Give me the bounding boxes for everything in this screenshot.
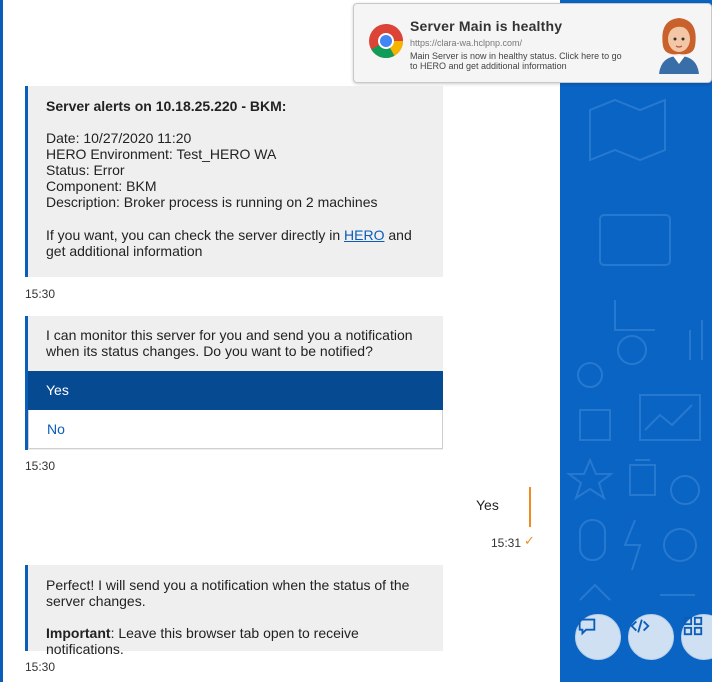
message-timestamp: 15:30 bbox=[25, 287, 56, 301]
chat-area: Server alerts on 10.18.25.220 - BKM: Dat… bbox=[0, 0, 560, 682]
user-reply-accent bbox=[529, 487, 531, 527]
yes-option-button[interactable]: Yes bbox=[28, 371, 443, 410]
code-fab-button[interactable] bbox=[628, 614, 674, 660]
important-label: Important bbox=[46, 625, 111, 641]
alert-footer-pre: If you want, you can check the server di… bbox=[46, 227, 341, 243]
code-icon bbox=[630, 619, 650, 633]
chat-fab-button[interactable] bbox=[575, 614, 621, 660]
message-timestamp: 15:30 bbox=[25, 660, 56, 674]
browser-notification[interactable]: Server Main is healthy https://clara-wa.… bbox=[353, 3, 712, 83]
message-timestamp: 15:30 bbox=[25, 459, 56, 473]
important-note: Important: Leave this browser tab open t… bbox=[46, 625, 425, 657]
hero-link[interactable]: HERO bbox=[344, 227, 384, 243]
alert-title: Server alerts on 10.18.25.220 - BKM: bbox=[46, 98, 287, 114]
no-option-button[interactable]: No bbox=[28, 410, 443, 449]
alert-component: Component: BKM bbox=[46, 178, 157, 194]
decorative-side-panel bbox=[560, 0, 712, 682]
user-reply: Yes bbox=[476, 497, 499, 513]
alert-description: Description: Broker process is running o… bbox=[46, 194, 378, 210]
server-alert-message: Server alerts on 10.18.25.220 - BKM: Dat… bbox=[25, 86, 443, 277]
alert-footer: If you want, you can check the server di… bbox=[46, 227, 425, 259]
confirmation-text: Perfect! I will send you a notification … bbox=[46, 577, 410, 609]
check-icon: ✓ bbox=[524, 533, 535, 548]
chat-icon bbox=[578, 618, 596, 636]
notification-title: Server Main is healthy bbox=[410, 18, 563, 34]
grid-icon bbox=[683, 616, 703, 636]
assistant-avatar-icon bbox=[659, 18, 699, 74]
alert-status: Status: Error bbox=[46, 162, 125, 178]
prompt-question: I can monitor this server for you and se… bbox=[46, 327, 413, 359]
background-pattern-icon bbox=[560, 9, 703, 601]
notification-url: https://clara-wa.hclpnp.com/ bbox=[410, 38, 523, 48]
user-reply-timestamp: 15:31 bbox=[491, 536, 522, 550]
chrome-icon bbox=[369, 24, 403, 58]
alert-environment: HERO Environment: Test_HERO WA bbox=[46, 146, 277, 162]
notification-body: Main Server is now in healthy status. Cl… bbox=[410, 51, 622, 71]
notify-prompt-message: I can monitor this server for you and se… bbox=[25, 316, 443, 450]
alert-date: Date: 10/27/2020 11:20 bbox=[46, 130, 192, 146]
confirmation-message: Perfect! I will send you a notification … bbox=[25, 565, 443, 657]
